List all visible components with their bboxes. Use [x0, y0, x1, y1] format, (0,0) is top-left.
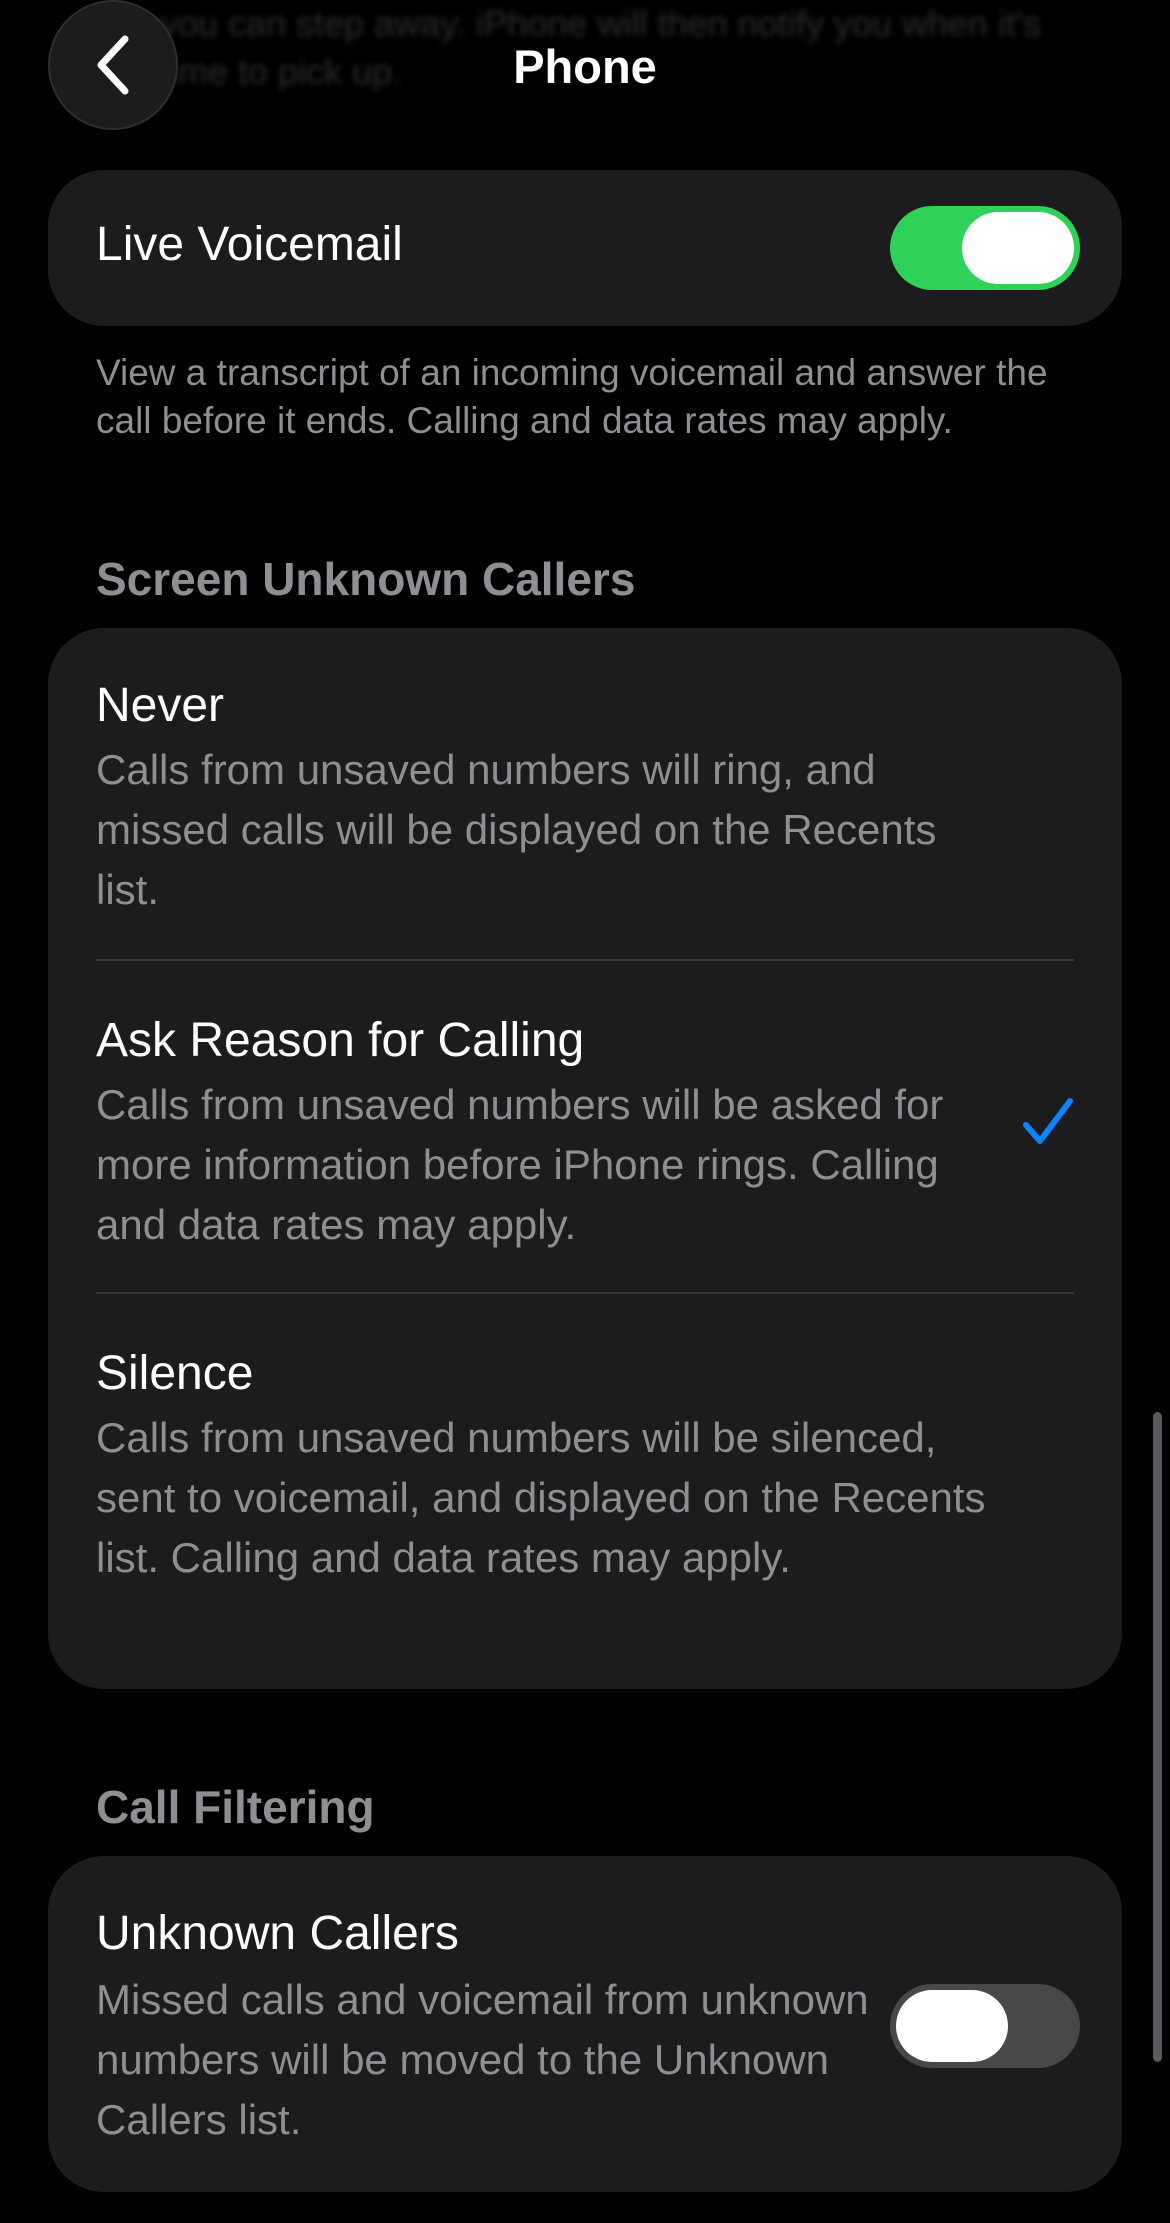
option-silence[interactable]: Silence Calls from unsaved numbers will … — [48, 1294, 1122, 1689]
option-description: Calls from unsaved numbers will be silen… — [96, 1414, 986, 1581]
live-voicemail-label: Live Voicemail — [96, 218, 403, 271]
section-header-screen-unknown-callers: Screen Unknown Callers — [96, 553, 636, 605]
page-title: Phone — [513, 40, 657, 93]
live-voicemail-footer: View a transcript of an incoming voicema… — [96, 352, 1048, 441]
toggle-knob — [896, 1990, 1008, 2062]
screen-unknown-callers-list: Never Calls from unsaved numbers will ri… — [48, 628, 1122, 1689]
checkmark-icon — [1020, 1095, 1076, 1151]
unknown-callers-description: Missed calls and voicemail from unknown … — [96, 1976, 869, 2143]
scroll-indicator[interactable] — [1153, 1412, 1162, 2062]
unknown-callers-toggle[interactable] — [890, 1984, 1080, 2068]
option-ask-reason-for-calling[interactable]: Ask Reason for Calling Calls from unsave… — [48, 961, 1122, 1292]
section-header-call-filtering: Call Filtering — [96, 1781, 375, 1833]
live-voicemail-row: Live Voicemail — [48, 170, 1122, 326]
unknown-callers-row: Unknown Callers Missed calls and voicema… — [48, 1856, 1122, 2192]
live-voicemail-toggle[interactable] — [890, 206, 1080, 290]
unknown-callers-title: Unknown Callers — [96, 1907, 459, 1960]
option-title: Never — [96, 679, 225, 732]
option-description: Calls from unsaved numbers will be asked… — [96, 1081, 944, 1248]
toggle-knob — [962, 212, 1074, 284]
option-never[interactable]: Never Calls from unsaved numbers will ri… — [48, 628, 1122, 959]
option-title: Ask Reason for Calling — [96, 1014, 585, 1067]
option-description: Calls from unsaved numbers will ring, an… — [96, 746, 937, 913]
option-title: Silence — [96, 1347, 254, 1400]
